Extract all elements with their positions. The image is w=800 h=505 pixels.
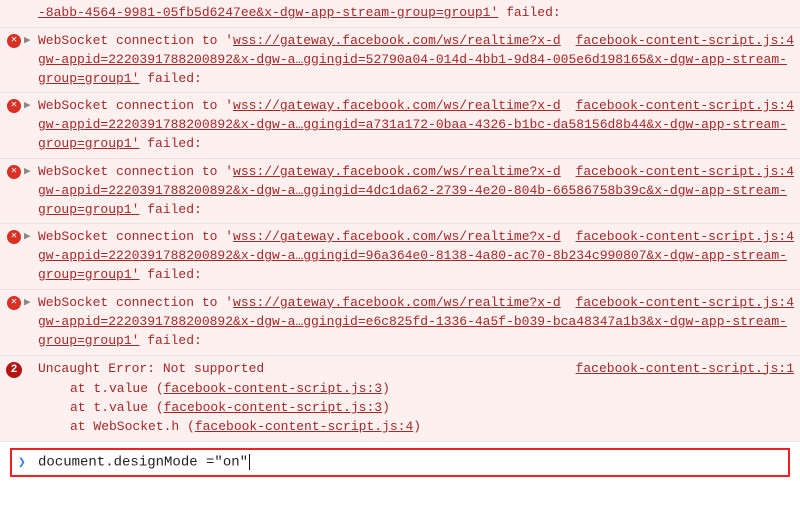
stack-frame: at t.value (facebook-content-script.js:3… <box>38 380 794 399</box>
error-prefix: WebSocket connection to ' <box>38 98 233 113</box>
icon-col: 2 <box>4 360 24 378</box>
console-prompt[interactable]: ❯ document.designMode ="on" <box>10 448 790 477</box>
expand-arrow-icon[interactable]: ▶ <box>24 228 38 243</box>
error-prefix: WebSocket connection to ' <box>38 229 233 244</box>
error-tail: failed: <box>139 333 201 348</box>
error-count-badge: 2 <box>6 362 22 378</box>
stack-frame: at WebSocket.h (facebook-content-script.… <box>38 418 794 437</box>
console-error-row[interactable]: ✕ ▶ facebook-content-script.js:4 WebSock… <box>0 159 800 225</box>
error-body: facebook-content-script.js:4 WebSocket c… <box>38 32 794 89</box>
stack-source-link[interactable]: facebook-content-script.js:4 <box>195 419 413 434</box>
error-tail: failed: <box>139 267 201 282</box>
stack-source-link[interactable]: facebook-content-script.js:3 <box>164 400 382 415</box>
stack-trace: at t.value (facebook-content-script.js:3… <box>38 380 794 437</box>
error-body: -8abb-4564-9981-05fb5d6247ee&x-dgw-app-s… <box>38 4 794 23</box>
error-tail: failed: <box>139 136 201 151</box>
error-body: facebook-content-script.js:1 Uncaught Er… <box>38 360 794 437</box>
source-link[interactable]: facebook-content-script.js:4 <box>576 294 794 313</box>
source-link[interactable]: facebook-content-script.js:4 <box>576 228 794 247</box>
console-error-row[interactable]: ✕ ▶ facebook-content-script.js:4 WebSock… <box>0 93 800 159</box>
source-link[interactable]: facebook-content-script.js:4 <box>576 97 794 116</box>
prompt-chevron-icon: ❯ <box>18 455 34 470</box>
error-prefix: WebSocket connection to ' <box>38 164 233 179</box>
source-link[interactable]: facebook-content-script.js:4 <box>576 163 794 182</box>
stack-source-link[interactable]: facebook-content-script.js:3 <box>164 381 382 396</box>
error-tail: failed: <box>498 5 560 20</box>
expand-arrow-icon[interactable]: ▶ <box>24 97 38 112</box>
error-body: facebook-content-script.js:4 WebSocket c… <box>38 228 794 285</box>
console-error-row[interactable]: ✕ ▶ facebook-content-script.js:4 WebSock… <box>0 224 800 290</box>
error-icon: ✕ <box>7 99 21 113</box>
arrow-col <box>24 4 38 5</box>
icon-col <box>4 4 24 6</box>
prompt-input[interactable]: document.designMode ="on" <box>34 454 782 471</box>
console-error-row[interactable]: -8abb-4564-9981-05fb5d6247ee&x-dgw-app-s… <box>0 0 800 28</box>
source-link[interactable]: facebook-content-script.js:4 <box>576 32 794 51</box>
arrow-col <box>24 360 38 361</box>
error-icon: ✕ <box>7 230 21 244</box>
expand-arrow-icon[interactable]: ▶ <box>24 294 38 309</box>
prompt-value: document.designMode ="on" <box>38 455 248 471</box>
text-cursor <box>249 454 250 470</box>
icon-col: ✕ <box>4 294 24 310</box>
error-prefix: WebSocket connection to ' <box>38 295 233 310</box>
source-link[interactable]: facebook-content-script.js:1 <box>576 360 794 379</box>
expand-arrow-icon[interactable]: ▶ <box>24 163 38 178</box>
error-body: facebook-content-script.js:4 WebSocket c… <box>38 163 794 220</box>
error-icon: ✕ <box>7 296 21 310</box>
icon-col: ✕ <box>4 97 24 113</box>
error-tail: failed: <box>139 71 201 86</box>
error-icon: ✕ <box>7 34 21 48</box>
console-error-row[interactable]: 2 facebook-content-script.js:1 Uncaught … <box>0 356 800 442</box>
icon-col: ✕ <box>4 163 24 179</box>
error-title: Uncaught Error: Not supported <box>38 361 264 376</box>
error-body: facebook-content-script.js:4 WebSocket c… <box>38 97 794 154</box>
icon-col: ✕ <box>4 32 24 48</box>
error-prefix: WebSocket connection to ' <box>38 33 233 48</box>
icon-col: ✕ <box>4 228 24 244</box>
error-tail: failed: <box>139 202 201 217</box>
error-body: facebook-content-script.js:4 WebSocket c… <box>38 294 794 351</box>
error-url[interactable]: -8abb-4564-9981-05fb5d6247ee&x-dgw-app-s… <box>38 5 498 20</box>
console-panel: -8abb-4564-9981-05fb5d6247ee&x-dgw-app-s… <box>0 0 800 477</box>
console-error-row[interactable]: ✕ ▶ facebook-content-script.js:4 WebSock… <box>0 28 800 94</box>
console-error-row[interactable]: ✕ ▶ facebook-content-script.js:4 WebSock… <box>0 290 800 356</box>
error-icon: ✕ <box>7 165 21 179</box>
expand-arrow-icon[interactable]: ▶ <box>24 32 38 47</box>
stack-frame: at t.value (facebook-content-script.js:3… <box>38 399 794 418</box>
